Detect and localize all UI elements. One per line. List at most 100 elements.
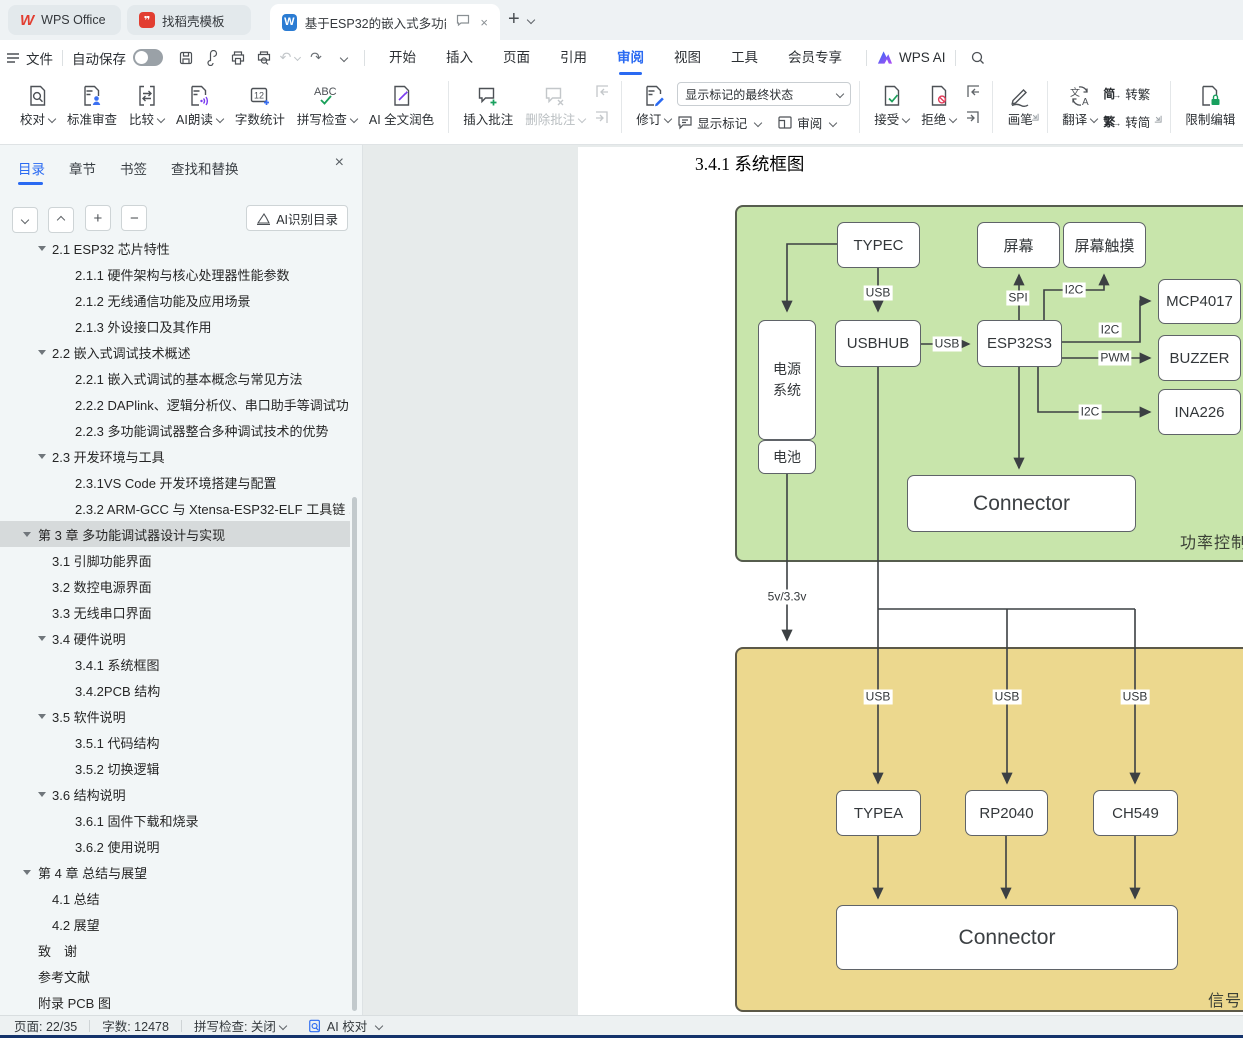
close-tab-icon[interactable]: ×	[480, 15, 488, 30]
group-expand-icon[interactable]	[1030, 108, 1039, 126]
sidebar-tab-4[interactable]: 查找和替换	[171, 158, 239, 185]
word-count-button[interactable]: 12 字数统计	[229, 75, 291, 128]
expand-all-button[interactable]	[12, 207, 38, 233]
toc-item[interactable]: 第 4 章 总结与展望	[0, 859, 350, 885]
word-count-indicator[interactable]: 字数: 12478	[102, 1016, 169, 1035]
save-icon[interactable]	[173, 46, 199, 70]
menu-tab-8[interactable]: 会员专享	[788, 40, 842, 75]
menu-tab-3[interactable]: 页面	[503, 40, 530, 75]
toc-item[interactable]: 4.2 展望	[0, 911, 350, 937]
proofread-button[interactable]: 校对	[14, 75, 61, 128]
zoom-out-level-button[interactable]: −	[121, 205, 147, 231]
next-change-icon[interactable]	[962, 109, 984, 127]
group-expand-icon[interactable]	[1153, 110, 1162, 128]
collapse-arrow-icon[interactable]	[23, 532, 31, 537]
to-traditional-button[interactable]: 简→ 转繁	[1103, 84, 1150, 102]
toc-item[interactable]: 2.1 ESP32 芯片特性	[0, 238, 350, 261]
page-indicator[interactable]: 页面: 22/35	[14, 1016, 77, 1035]
file-menu[interactable]: 文件	[0, 46, 53, 70]
new-tab-chevron-icon[interactable]	[526, 16, 534, 24]
menu-tab-7[interactable]: 工具	[731, 40, 758, 75]
redo-icon[interactable]: ↷	[303, 46, 329, 70]
sidebar-close-icon[interactable]: ×	[335, 154, 344, 172]
tab-docer-templates[interactable]: ❞ 找稻壳模板	[127, 5, 251, 35]
menu-tab-1[interactable]: 开始	[389, 40, 416, 75]
sidebar-tab-3[interactable]: 书签	[120, 158, 147, 185]
toc-item[interactable]: 3.6 结构说明	[0, 781, 350, 807]
collapse-arrow-icon[interactable]	[23, 870, 31, 875]
standard-review-button[interactable]: 标准审查	[61, 75, 123, 128]
toc-item[interactable]: 2.1.1 硬件架构与核心处理器性能参数	[0, 261, 350, 287]
reject-button[interactable]: 拒绝	[915, 75, 962, 128]
print-icon[interactable]	[225, 46, 251, 70]
zoom-in-level-button[interactable]: +	[85, 205, 111, 231]
chat-bubble-icon[interactable]	[456, 14, 470, 30]
ai-read-aloud-button[interactable]: AI朗读	[170, 75, 229, 128]
toc-item[interactable]: 3.1 引脚功能界面	[0, 547, 350, 573]
search-icon[interactable]	[965, 46, 991, 70]
toc-item[interactable]: 2.2.3 多功能调试器整合多种调试技术的优势	[0, 417, 350, 443]
collapse-arrow-icon[interactable]	[38, 792, 46, 797]
spell-check-button[interactable]: ABC 拼写检查	[291, 75, 363, 128]
collapse-arrow-icon[interactable]	[38, 714, 46, 719]
collapse-all-button[interactable]	[48, 207, 74, 233]
tab-active-document[interactable]: W 基于ESP32的嵌入式多功能调 ×	[270, 4, 500, 40]
restrict-editing-button[interactable]: 限制编辑	[1179, 75, 1241, 128]
review-pane-button[interactable]: 审阅	[777, 113, 836, 132]
tab-wps-office[interactable]: W WPS Office	[8, 5, 121, 35]
toc-item[interactable]: 3.5 软件说明	[0, 703, 350, 729]
compare-button[interactable]: 比较	[123, 75, 170, 128]
toc-item[interactable]: 3.6.1 固件下载和烧录	[0, 807, 350, 833]
toc-item[interactable]: 2.3.2 ARM-GCC 与 Xtensa-ESP32-ELF 工具链 ...	[0, 495, 350, 521]
toc-item[interactable]: 附录 PCB 图	[0, 989, 350, 1015]
ai-recognize-toc-button[interactable]: AI识别目录	[246, 205, 348, 231]
toc-item[interactable]: 2.1.2 无线通信功能及应用场景	[0, 287, 350, 313]
toc-item[interactable]: 2.2.1 嵌入式调试的基本概念与常见方法	[0, 365, 350, 391]
new-tab-button[interactable]: +	[508, 8, 534, 31]
sidebar-scrollbar-thumb[interactable]	[352, 497, 357, 1011]
markup-state-select[interactable]: 显示标记的最终状态	[677, 82, 851, 106]
toc-item[interactable]: 2.2.2 DAPlink、逻辑分析仪、串口助手等调试功 ...	[0, 391, 350, 417]
toc-item[interactable]: 3.4.2PCB 结构	[0, 677, 350, 703]
toc-item[interactable]: 3.3 无线串口界面	[0, 599, 350, 625]
menu-tab-4[interactable]: 引用	[560, 40, 587, 75]
quickbar-more-chevron-icon[interactable]	[329, 46, 355, 70]
sidebar-tab-1[interactable]: 目录	[18, 158, 45, 185]
toc-item[interactable]: 3.5.1 代码结构	[0, 729, 350, 755]
previous-change-icon[interactable]	[962, 83, 984, 101]
toc-item[interactable]: 2.3 开发环境与工具	[0, 443, 350, 469]
spell-check-status[interactable]: 拼写检查: 关闭	[194, 1016, 286, 1035]
toc-item[interactable]: 第 3 章 多功能调试器设计与实现	[0, 521, 350, 547]
toc-item[interactable]: 3.2 数控电源界面	[0, 573, 350, 599]
toc-item[interactable]: 致 谢	[0, 937, 350, 963]
toc-item[interactable]: 4.1 总结	[0, 885, 350, 911]
toc-item[interactable]: 3.4.1 系统框图	[0, 651, 350, 677]
document-page[interactable]: 3.4.1 系统框图	[578, 147, 1243, 1015]
toc-item[interactable]: 2.1.3 外设接口及其作用	[0, 313, 350, 339]
to-simplified-button[interactable]: 繁→ 转简	[1103, 112, 1150, 130]
print-preview-icon[interactable]	[251, 46, 277, 70]
menu-tab-2[interactable]: 插入	[446, 40, 473, 75]
show-markup-button[interactable]: 显示标记	[677, 113, 761, 132]
translate-button[interactable]: 文A 翻译	[1056, 75, 1103, 130]
collapse-arrow-icon[interactable]	[38, 636, 46, 641]
track-changes-button[interactable]: 修订	[630, 75, 677, 132]
wps-ai-menu[interactable]: WPS AI	[876, 50, 946, 65]
toc-item[interactable]: 2.3.1VS Code 开发环境搭建与配置	[0, 469, 350, 495]
accept-button[interactable]: 接受	[868, 75, 915, 128]
menu-tab-6[interactable]: 视图	[674, 40, 701, 75]
collapse-arrow-icon[interactable]	[38, 454, 46, 459]
autosave-toggle[interactable]	[133, 49, 163, 66]
menu-tab-5[interactable]: 审阅	[617, 40, 644, 75]
toc-item[interactable]: 3.6.2 使用说明	[0, 833, 350, 859]
ai-polish-button[interactable]: AI 全文润色	[363, 75, 440, 128]
toc-item[interactable]: 2.2 嵌入式调试技术概述	[0, 339, 350, 365]
toc-item[interactable]: 3.5.2 切换逻辑	[0, 755, 350, 781]
export-pdf-icon[interactable]	[199, 46, 225, 70]
ai-proofread-status[interactable]: AI 校对	[308, 1016, 382, 1035]
insert-comment-button[interactable]: 插入批注	[457, 75, 519, 128]
toc-item[interactable]: 3.4 硬件说明	[0, 625, 350, 651]
collapse-arrow-icon[interactable]	[38, 350, 46, 355]
collapse-arrow-icon[interactable]	[38, 246, 46, 251]
toc-item[interactable]: 参考文献	[0, 963, 350, 989]
